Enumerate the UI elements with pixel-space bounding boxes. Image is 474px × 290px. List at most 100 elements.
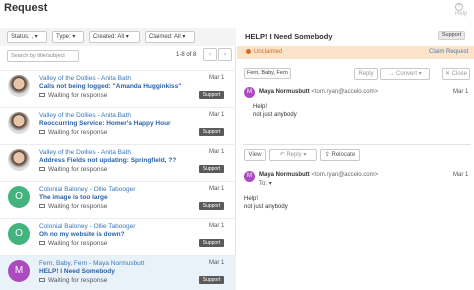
request-row[interactable]: M Fern, Baby, Fern - Maya Normusbutt HELP!… — [0, 255, 236, 290]
sender-email: <tom.ryan@accelo.com> — [311, 89, 379, 95]
pager-text: 1-8 of 8 — [176, 52, 197, 58]
detail-type-badge: Support — [438, 31, 465, 40]
type-badge: Support — [199, 239, 224, 247]
chevron-down-icon: ▾ — [303, 152, 307, 158]
request-subject: The image is too large — [39, 194, 108, 201]
request-status: Waiting for response — [39, 203, 107, 210]
request-row[interactable]: Valley of the Dollies - Anita Bath Calls … — [0, 70, 236, 107]
reply-button[interactable]: Reply — [354, 68, 378, 80]
sender-name: Maya Normusbutt — [259, 172, 310, 178]
close-label: Close — [451, 71, 468, 77]
reply-label: Reply — [286, 152, 302, 158]
envelope-icon — [39, 167, 45, 172]
to-label: To: — [259, 181, 268, 187]
relocate-button[interactable]: ⇪ Relocate — [320, 149, 360, 161]
status-filter[interactable]: Status: , ▾ — [7, 31, 47, 43]
detail-title: HELP! I Need Somebody — [245, 32, 333, 41]
unclaimed-status: Unclaimed — [246, 49, 282, 55]
warning-icon — [246, 49, 251, 54]
request-status: Waiting for response — [39, 92, 107, 99]
message-to[interactable]: To: ▾ — [259, 180, 272, 187]
request-row[interactable]: O Colonial Baloney - Ollie Tabooger Oh no … — [0, 218, 236, 255]
request-subject: Address Fields not updating: Springfield… — [39, 157, 177, 164]
sender-name: Maya Normusbutt — [259, 89, 310, 95]
contact-name: Maya Normusbutt — [93, 260, 145, 267]
request-status: Waiting for response — [39, 277, 107, 284]
status-filter-label: Status: , — [11, 34, 34, 40]
status-label: Waiting for response — [48, 277, 108, 284]
type-badge: Support — [199, 91, 224, 99]
message-body-line: Help! — [253, 104, 268, 110]
claim-request-link[interactable]: Claim Request — [429, 49, 468, 55]
envelope-icon — [39, 278, 45, 283]
envelope-icon — [39, 93, 45, 98]
message-reply-button[interactable]: ↶ Reply ▾ — [269, 149, 317, 161]
request-subject: Oh no my website is down? — [39, 231, 125, 238]
claimed-filter[interactable]: Claimed: All ▾ — [145, 31, 195, 43]
company-contact: Valley of the Dollies - Anita Bath — [39, 112, 132, 119]
request-list-panel: Status: , ▾ Type: ▾ Created: All ▾ Claim… — [0, 28, 236, 290]
status-label: Waiting for response — [48, 129, 108, 136]
next-page-button[interactable]: › — [218, 48, 232, 61]
company-contact: Colonial Baloney - Ollie Tabooger — [39, 186, 136, 193]
message-body: Help! not just anybody — [244, 195, 288, 211]
message-avatar: M — [244, 171, 255, 182]
company-name: Valley of the Dollies — [39, 149, 96, 156]
contact-name: Anita Bath — [101, 149, 132, 156]
company-name: Colonial Baloney — [39, 186, 88, 193]
page-title: Request — [4, 2, 48, 14]
company-name: Fern, Baby, Fern — [39, 260, 88, 267]
request-row[interactable]: Valley of the Dollies - Anita Bath Reoccu… — [0, 107, 236, 144]
claimed-filter-label: Claimed: All — [149, 34, 181, 40]
close-button[interactable]: ✕ Close — [442, 68, 470, 80]
chevron-down-icon: ▾ — [418, 71, 422, 77]
help-label: Help — [455, 11, 468, 17]
request-subject: Reoccurring Service: Homer's Happy Hour — [39, 120, 171, 127]
prev-page-button[interactable]: ‹ — [203, 48, 217, 61]
message-avatar: M — [244, 87, 255, 98]
created-filter-label: Created: All — [93, 34, 125, 40]
convert-label: Convert — [395, 71, 417, 77]
status-label: Waiting for response — [48, 240, 108, 247]
status-label: Waiting for response — [48, 166, 108, 173]
created-filter[interactable]: Created: All ▾ — [89, 31, 140, 43]
request-row[interactable]: O Colonial Baloney - Ollie Tabooger The im… — [0, 181, 236, 218]
type-filter[interactable]: Type: ▾ — [52, 31, 84, 43]
avatar: O — [8, 223, 30, 245]
type-badge: Support — [199, 276, 224, 284]
company-chip[interactable]: Fern, Baby, Fern — [244, 68, 291, 79]
company-name: Valley of the Dollies — [39, 75, 96, 82]
message-body-line: not just anybody — [253, 112, 297, 118]
contact-name: Anita Bath — [101, 75, 132, 82]
contact-name: Anita Bath — [101, 112, 132, 119]
status-label: Waiting for response — [48, 203, 108, 210]
company-contact: Valley of the Dollies - Anita Bath — [39, 75, 132, 82]
status-label: Waiting for response — [48, 92, 108, 99]
help-link[interactable]: ? Help — [455, 3, 474, 17]
request-subject: HELP! I Need Somebody — [39, 268, 115, 275]
view-button[interactable]: View — [244, 149, 266, 161]
convert-button[interactable]: → Convert ▾ — [380, 68, 430, 80]
message-body-line: not just anybody — [244, 204, 288, 210]
request-status: Waiting for response — [39, 240, 107, 247]
search-input[interactable]: Search by title/subject — [7, 50, 79, 62]
close-icon: ✕ — [444, 71, 450, 77]
avatar: M — [8, 260, 30, 282]
divider — [243, 144, 471, 145]
request-date: Mar 1 — [209, 149, 225, 155]
avatar: O — [8, 186, 30, 208]
arrow-right-icon: → — [388, 71, 395, 77]
reply-icon: ↶ — [279, 152, 285, 158]
message-date: Mar 1 — [453, 172, 469, 178]
relocate-icon: ⇪ — [324, 152, 330, 158]
type-badge: Support — [199, 202, 224, 210]
type-badge: Support — [199, 165, 224, 173]
avatar — [8, 149, 30, 171]
filter-bar: Status: , ▾ Type: ▾ Created: All ▾ Claim… — [0, 28, 236, 46]
company-contact: Fern, Baby, Fern - Maya Normusbutt — [39, 260, 145, 267]
claim-banner: Unclaimed Claim Request — [237, 46, 474, 59]
type-filter-label: Type: — [56, 34, 71, 40]
request-status: Waiting for response — [39, 166, 107, 173]
request-subject: Calls not being logged: "Amanda Hugginki… — [39, 83, 182, 90]
request-row[interactable]: Valley of the Dollies - Anita Bath Addres… — [0, 144, 236, 181]
